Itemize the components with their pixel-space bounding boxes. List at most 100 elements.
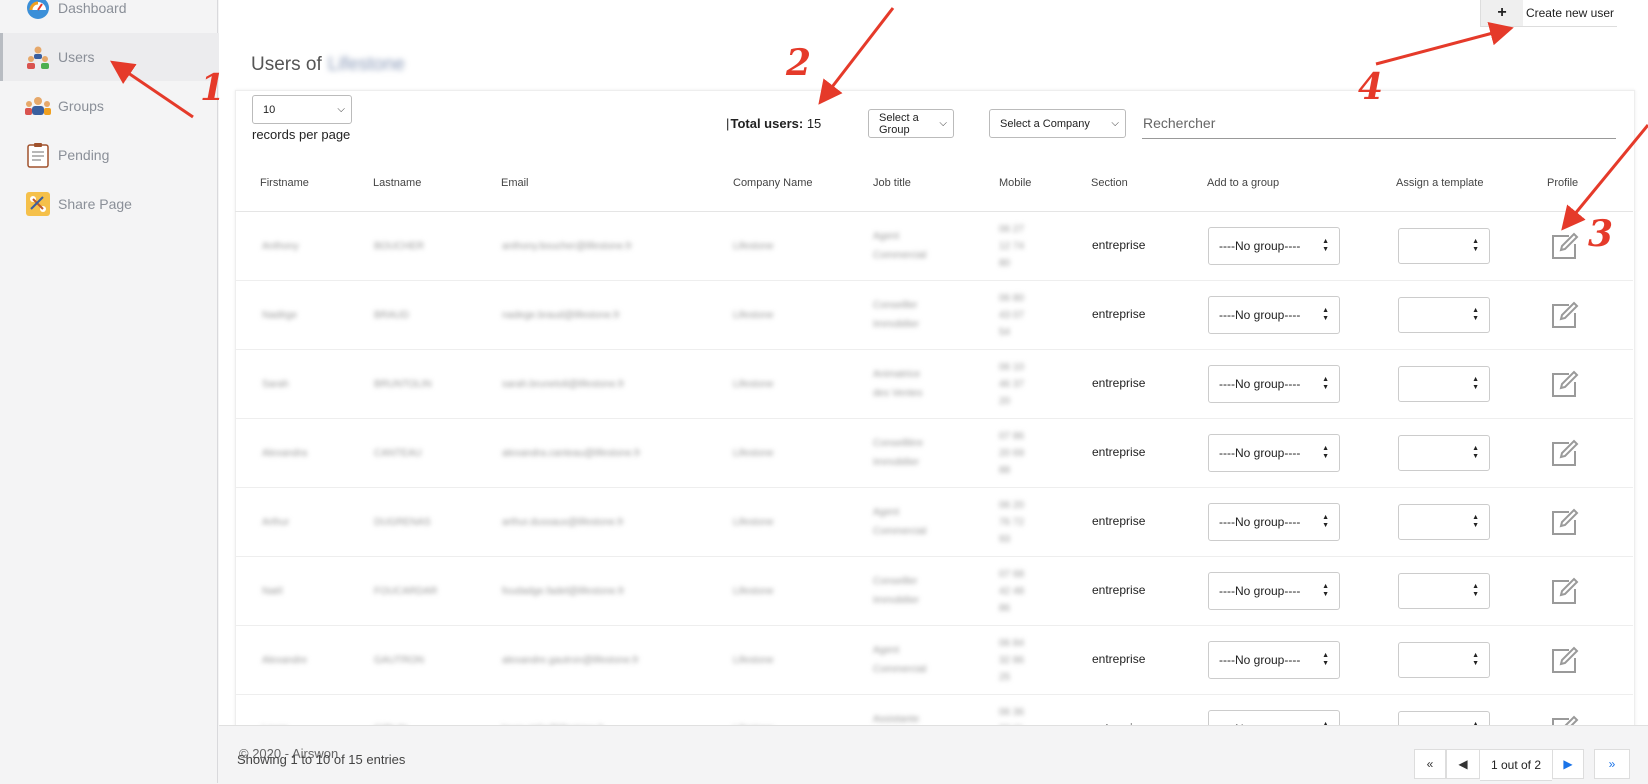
up-down-arrows-icon: ▲▼ <box>1472 445 1479 460</box>
sidebar-item-share-page[interactable]: Share Page <box>0 180 217 228</box>
cell-lastname: BRAUD <box>374 310 410 321</box>
annotation-number-4: 4 <box>1358 66 1384 108</box>
column-header-company[interactable]: Company Name <box>733 177 812 189</box>
assign-template-select[interactable]: ▲▼ <box>1398 297 1490 333</box>
cell-job-title-line1: Conseillère <box>873 438 924 449</box>
cell-lastname: BRUNTOLIN <box>374 379 432 390</box>
cell-email: nadege.braud@lifestone.fr <box>502 310 621 321</box>
cell-mobile-line1: 06 80 <box>999 293 1025 304</box>
add-to-group-select[interactable]: ----No group---- ▲▼ <box>1208 434 1340 472</box>
add-to-group-select[interactable]: ----No group---- ▲▼ <box>1208 641 1340 679</box>
double-chevron-left-icon: « <box>1426 757 1434 771</box>
next-page-button[interactable]: ▶ <box>1552 749 1584 779</box>
add-to-group-select[interactable]: ----No group---- ▲▼ <box>1208 503 1340 541</box>
edit-profile-icon[interactable] <box>1549 369 1579 399</box>
plus-icon: + <box>1481 0 1523 26</box>
cell-mobile-line1: 06 20 <box>999 500 1025 511</box>
up-down-arrows-icon: ▲▼ <box>1472 652 1479 667</box>
last-page-button[interactable]: » <box>1594 749 1630 779</box>
first-page-button[interactable]: « <box>1414 749 1446 779</box>
group-select[interactable]: Select a Group ⌵ <box>868 109 954 138</box>
up-down-arrows-icon: ▲▼ <box>1472 583 1479 598</box>
add-to-group-select[interactable]: ----No group---- ▲▼ <box>1208 296 1340 334</box>
page-title: Users of Lifestone <box>251 54 405 76</box>
sidebar-item-label: Groups <box>58 98 104 114</box>
group-select-value: Select a Group <box>879 111 919 136</box>
users-icon <box>25 44 51 70</box>
cell-mobile-line1: 06 84 <box>999 638 1025 649</box>
up-down-arrows-icon: ▲▼ <box>1472 307 1479 322</box>
up-down-arrows-icon: ▲▼ <box>1322 583 1329 598</box>
cell-mobile-line3: 25 <box>999 672 1011 683</box>
cell-section: entreprise <box>1092 307 1146 321</box>
add-to-group-value: ----No group---- <box>1219 308 1301 322</box>
cell-mobile-line2: 20 69 <box>999 448 1025 459</box>
cell-firstname: Naël <box>262 586 283 597</box>
sidebar-item-users[interactable]: Users <box>0 33 220 81</box>
search-input[interactable]: Rechercher <box>1142 108 1616 139</box>
column-header-job-title[interactable]: Job title <box>873 177 911 189</box>
row-divider <box>235 556 1633 557</box>
assign-template-select[interactable]: ▲▼ <box>1398 228 1490 264</box>
edit-profile-icon[interactable] <box>1549 576 1579 606</box>
edit-profile-icon[interactable] <box>1549 645 1579 675</box>
cell-job-title-line1: Agent <box>873 507 900 518</box>
chevron-down-icon: ⌵ <box>1111 118 1119 129</box>
cell-mobile-line1: 06 36 <box>999 707 1025 718</box>
cell-lastname: FOUCARDAR <box>374 586 438 597</box>
cell-company: Lifestone <box>733 448 774 459</box>
cell-job-title-line2: des Ventes <box>873 388 923 399</box>
edit-profile-icon[interactable] <box>1549 438 1579 468</box>
edit-profile-icon[interactable] <box>1549 507 1579 537</box>
previous-page-button[interactable]: ◀ <box>1446 749 1480 779</box>
column-header-mobile[interactable]: Mobile <box>999 177 1031 189</box>
assign-template-select[interactable]: ▲▼ <box>1398 504 1490 540</box>
sidebar-item-groups[interactable]: Groups <box>0 82 217 130</box>
assign-template-select[interactable]: ▲▼ <box>1398 366 1490 402</box>
cell-mobile-line3: 88 <box>999 465 1011 476</box>
cell-email: arthur.dussaux@lifestone.fr <box>502 517 624 528</box>
up-down-arrows-icon: ▲▼ <box>1472 514 1479 529</box>
cell-email: alexandre.gautron@lifestone.fr <box>502 655 639 666</box>
column-header-email[interactable]: Email <box>501 177 529 189</box>
records-per-page-select[interactable]: 10 ⌵ <box>252 95 352 124</box>
annotation-number-2: 2 <box>786 42 812 84</box>
assign-template-select[interactable]: ▲▼ <box>1398 435 1490 471</box>
cell-section: entreprise <box>1092 376 1146 390</box>
cell-job-title-line2: Immobilier <box>873 457 920 468</box>
cell-firstname: Arthur <box>262 517 290 528</box>
row-divider <box>235 280 1633 281</box>
assign-template-select[interactable]: ▲▼ <box>1398 573 1490 609</box>
up-down-arrows-icon: ▲▼ <box>1322 445 1329 460</box>
cell-mobile-line3: 93 <box>999 534 1011 545</box>
page-info: 1 out of 2 <box>1480 749 1552 781</box>
add-to-group-value: ----No group---- <box>1219 377 1301 391</box>
add-to-group-select[interactable]: ----No group---- ▲▼ <box>1208 227 1340 265</box>
up-down-arrows-icon: ▲▼ <box>1322 652 1329 667</box>
column-header-section[interactable]: Section <box>1091 177 1128 189</box>
cell-mobile-line2: 76 72 <box>999 517 1025 528</box>
total-users-value: 15 <box>806 116 822 131</box>
cell-email: alexandra.canteau@lifestone.fr <box>502 448 641 459</box>
column-header-lastname[interactable]: Lastname <box>373 177 421 189</box>
cell-company: Lifestone <box>733 517 774 528</box>
cell-mobile-line3: 80 <box>999 258 1011 269</box>
column-header-assign-template: Assign a template <box>1396 177 1484 189</box>
sidebar-item-dashboard[interactable]: Dashboard <box>0 0 217 32</box>
cell-email: sarah.brunetoli@lifestone.fr <box>502 379 625 390</box>
assign-template-select[interactable]: ▲▼ <box>1398 642 1490 678</box>
create-new-user-button[interactable]: + Create new user <box>1480 0 1617 27</box>
add-to-group-select[interactable]: ----No group---- ▲▼ <box>1208 572 1340 610</box>
cell-job-title-line1: Agent <box>873 231 900 242</box>
cell-lastname: CANTEAU <box>374 448 422 459</box>
add-to-group-select[interactable]: ----No group---- ▲▼ <box>1208 365 1340 403</box>
sidebar-item-pending[interactable]: Pending <box>0 131 217 179</box>
cell-section: entreprise <box>1092 583 1146 597</box>
row-divider <box>235 625 1633 626</box>
edit-profile-icon[interactable] <box>1549 300 1579 330</box>
column-header-firstname[interactable]: Firstname <box>260 177 309 189</box>
edit-profile-icon[interactable] <box>1549 231 1579 261</box>
row-divider <box>235 487 1633 488</box>
annotation-number-3: 3 <box>1588 213 1614 255</box>
company-select[interactable]: Select a Company ⌵ <box>989 109 1126 138</box>
